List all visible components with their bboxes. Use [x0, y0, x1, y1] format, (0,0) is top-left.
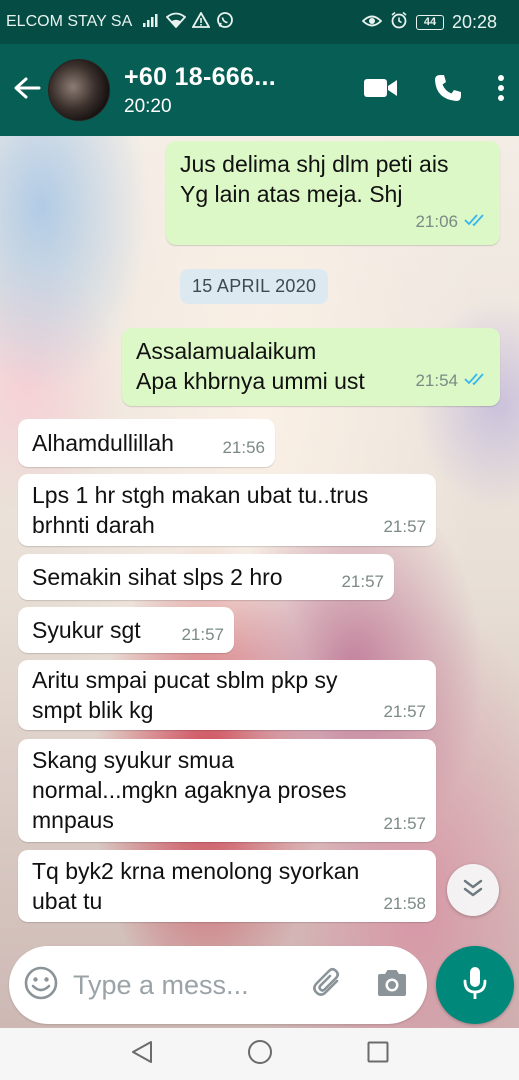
message-text-line: ubat tu	[32, 888, 103, 914]
message-time: 21:56	[222, 438, 265, 457]
message-text-line: brhnti darah	[32, 512, 155, 538]
incoming-message[interactable]: Lps 1 hr stgh makan ubat tu..trus brhnti…	[18, 474, 436, 546]
outgoing-message[interactable]: Assalamualaikum Apa khbrnya ummi ust 21:…	[122, 328, 500, 406]
date-divider: 15 APRIL 2020	[180, 269, 329, 304]
message-time: 21:06	[415, 212, 458, 231]
attach-button[interactable]	[311, 966, 345, 1005]
whatsapp-notification-icon	[216, 11, 234, 34]
message-time: 21:54	[415, 371, 458, 390]
incoming-message[interactable]: Aritu smpai pucat sblm pkp sy smpt blik …	[18, 660, 436, 730]
incoming-message[interactable]: Alhamdullillah 21:56	[18, 419, 275, 467]
circle-home-icon	[247, 1039, 273, 1070]
voice-call-button[interactable]	[433, 73, 463, 108]
message-text-line: Semakin sihat slps 2 hro	[32, 564, 283, 590]
chat-area[interactable]: Jus delima shj dlm peti ais Yg lain atas…	[0, 136, 519, 1028]
message-text-line: Aritu smpai pucat sblm pkp sy	[32, 667, 338, 693]
scroll-to-bottom-button[interactable]	[447, 864, 499, 916]
status-time: 20:28	[451, 11, 497, 32]
contact-info[interactable]: +60 18-666... 20:20	[124, 63, 276, 118]
nav-recents-button[interactable]	[363, 1039, 393, 1069]
message-text-line: Yg lain atas meja. Shj	[180, 181, 403, 207]
wifi-icon	[165, 12, 187, 33]
eye-comfort-icon	[361, 12, 383, 33]
message-time: 21:57	[341, 572, 384, 591]
double-check-icon	[464, 207, 488, 237]
double-check-icon	[464, 366, 488, 396]
contact-avatar[interactable]	[48, 59, 110, 121]
message-time: 21:58	[383, 894, 426, 913]
message-text-line: Alhamdullillah	[32, 430, 174, 456]
incoming-message[interactable]: Syukur sgt 21:57	[18, 607, 234, 653]
battery-level: 44	[423, 16, 437, 28]
camera-icon	[375, 969, 409, 1002]
signal-icon	[142, 13, 160, 32]
phone-icon	[433, 73, 463, 108]
battery-icon: 44	[415, 14, 444, 30]
message-text-line: Tq byk2 krna menolong syorkan	[32, 858, 360, 884]
system-navigation-bar	[0, 1028, 519, 1080]
more-options-button[interactable]	[497, 74, 505, 107]
message-text-line: Assalamualaikum	[136, 338, 317, 364]
alarm-icon	[390, 11, 408, 34]
message-text-line: mnpaus	[32, 807, 114, 833]
message-text-line: Syukur sgt	[32, 617, 141, 643]
contact-name: +60 18-666...	[124, 62, 276, 91]
message-time: 21:57	[383, 702, 426, 721]
square-recents-icon	[367, 1041, 389, 1068]
message-time: 21:57	[383, 814, 426, 833]
status-bar: ELCOM STAY SA 44 20:28	[0, 0, 519, 44]
paperclip-icon	[311, 967, 345, 1004]
triangle-back-icon	[131, 1040, 153, 1069]
double-chevron-down-icon	[463, 879, 483, 902]
more-vertical-icon	[497, 74, 505, 107]
nav-back-button[interactable]	[127, 1039, 157, 1069]
nav-home-button[interactable]	[245, 1039, 275, 1069]
outgoing-message[interactable]: Jus delima shj dlm peti ais Yg lain atas…	[166, 141, 500, 245]
message-input[interactable]: Type a mess...	[73, 970, 311, 1001]
message-time: 21:57	[383, 517, 426, 536]
video-camera-icon	[363, 76, 399, 105]
message-composer: Type a mess...	[9, 946, 427, 1024]
voice-message-button[interactable]	[436, 946, 514, 1024]
incoming-message[interactable]: Semakin sihat slps 2 hro 21:57	[18, 554, 394, 600]
emoji-icon	[23, 966, 59, 1005]
carrier-name: ELCOM STAY SA	[6, 13, 133, 30]
message-text-line: Apa khbrnya ummi ust	[136, 368, 365, 394]
message-text-line: Lps 1 hr stgh makan ubat tu..trus	[32, 482, 369, 508]
incoming-message[interactable]: Skang syukur smua normal...mgkn agaknya …	[18, 739, 436, 842]
chat-header: +60 18-666... 20:20	[0, 44, 519, 136]
arrow-left-icon	[13, 76, 41, 105]
video-call-button[interactable]	[363, 76, 399, 105]
back-button[interactable]	[10, 70, 44, 110]
message-text-line: normal...mgkn agaknya proses	[32, 777, 347, 803]
warning-icon	[191, 10, 211, 33]
camera-button[interactable]	[375, 968, 409, 1003]
message-text-line: Skang syukur smua	[32, 747, 234, 773]
emoji-button[interactable]	[23, 965, 59, 1006]
message-time: 21:57	[181, 625, 224, 644]
message-text-line: smpt blik kg	[32, 697, 154, 723]
message-text-line: Jus delima shj dlm peti ais	[180, 151, 449, 177]
incoming-message[interactable]: Tq byk2 krna menolong syorkan ubat tu 21…	[18, 850, 436, 922]
mic-icon	[462, 965, 488, 1006]
contact-last-seen: 20:20	[124, 95, 172, 117]
